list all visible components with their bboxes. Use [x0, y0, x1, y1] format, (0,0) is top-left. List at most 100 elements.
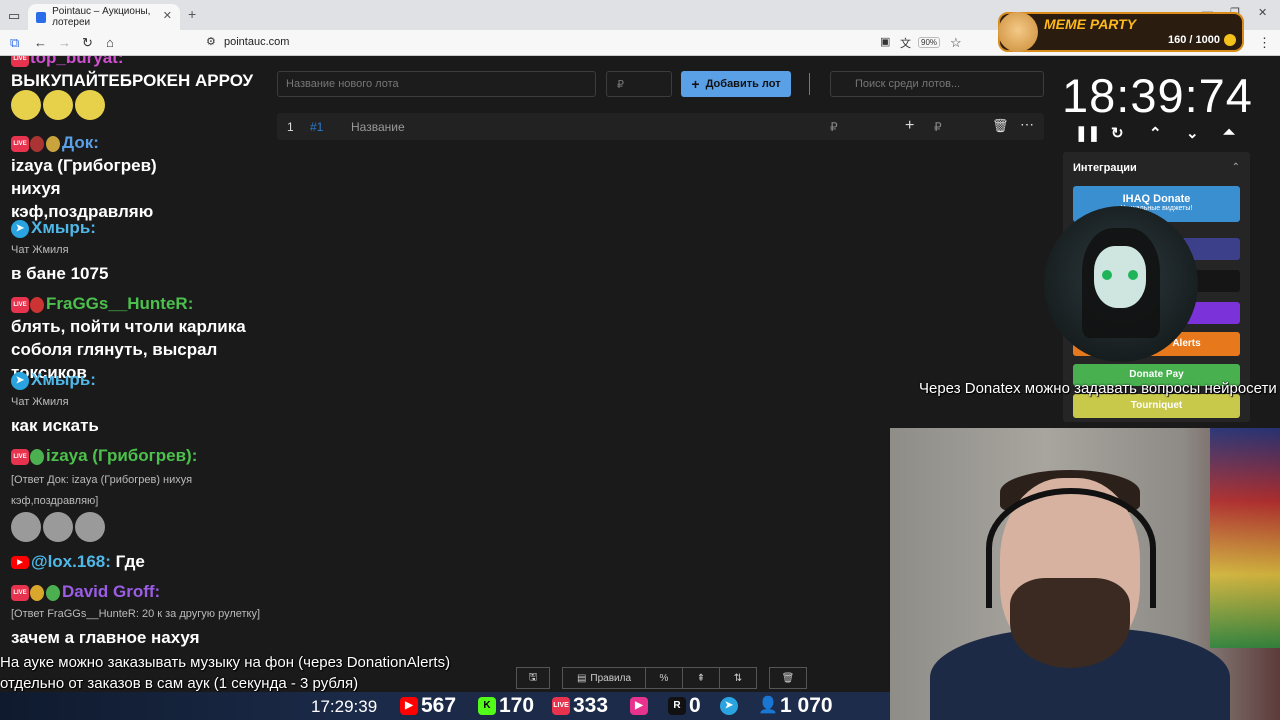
- add-amount-field[interactable]: ₽: [934, 120, 942, 134]
- chat-message: ▶ @lox.168: Где: [11, 550, 271, 573]
- clear-icon[interactable]: 🗑: [769, 667, 807, 689]
- delete-lot-icon[interactable]: 🗑: [992, 118, 1009, 134]
- kick-icon: K: [478, 697, 496, 715]
- forward-icon[interactable]: →: [58, 35, 71, 50]
- meme-party-score: 160 / 1000: [1168, 34, 1220, 46]
- close-tab-icon[interactable]: ✕: [163, 9, 172, 22]
- save-button[interactable]: 🖫: [516, 667, 550, 689]
- doge-icon: [998, 12, 1038, 52]
- donatex-overlay-text: Через Donatex можно задавать вопросы ней…: [919, 380, 1277, 397]
- new-tab-icon[interactable]: +: [188, 6, 196, 22]
- laugh-emote-icon: [11, 90, 41, 120]
- zoom-level[interactable]: 90%: [918, 37, 941, 48]
- integrations-title: Интеграции: [1073, 162, 1137, 174]
- add-amount-icon[interactable]: +: [905, 117, 914, 135]
- screenshot-icon[interactable]: ▣: [880, 35, 890, 48]
- chat-user: izaya (Грибогрев):: [46, 446, 198, 465]
- plus-icon: +: [691, 76, 700, 92]
- add-lot-label: Добавить лот: [705, 78, 781, 90]
- chat-user: David Groff:: [62, 582, 161, 601]
- chat-message: LIVE top_buryat:: [11, 56, 271, 69]
- chat-user: @lox.168:: [31, 552, 111, 571]
- chat-user: Док:: [62, 133, 99, 152]
- split-icon[interactable]: ⇞: [682, 667, 720, 689]
- increase-time-icon[interactable]: ⌃: [1149, 124, 1162, 142]
- double-up-icon[interactable]: ⏶: [1223, 124, 1235, 141]
- add-lot-button[interactable]: + Добавить лот: [681, 71, 791, 97]
- chat-source: Чат Жмиля: [11, 244, 69, 256]
- sidebar-icon[interactable]: ⧉: [10, 35, 19, 51]
- address-bar[interactable]: pointauc.com: [224, 36, 289, 48]
- youtube-icon: ▶: [400, 697, 418, 715]
- pause-icon[interactable]: ❚❚: [1075, 124, 1100, 142]
- viewers-count: 1 070: [780, 694, 833, 717]
- sort-icon[interactable]: ⇅: [719, 667, 757, 689]
- frog-emote-icon: [46, 584, 60, 601]
- site-info-icon[interactable]: ⚙: [206, 35, 216, 48]
- chat-text: izaya (Грибогрев) нихуя кэф,поздравляю: [11, 156, 157, 221]
- coin-icon: [1224, 34, 1236, 46]
- rutube-icon: R: [668, 697, 686, 715]
- cat-emote-icon: [43, 512, 73, 542]
- home-icon[interactable]: ⌂: [106, 35, 114, 50]
- reset-timer-icon[interactable]: ↻: [1111, 124, 1124, 142]
- collapse-icon[interactable]: ⌃: [1232, 162, 1240, 173]
- close-window-icon[interactable]: ✕: [1258, 6, 1267, 19]
- bookmark-star-icon[interactable]: ☆: [950, 35, 962, 51]
- live-badge-icon: LIVE: [11, 448, 29, 465]
- rules-button[interactable]: ▤ Правила: [562, 667, 646, 689]
- headset: [986, 488, 1156, 608]
- vtuber-avatar: [1044, 206, 1198, 362]
- youtube-icon: ▶: [11, 556, 29, 570]
- kick-count: 170: [499, 694, 535, 717]
- stream-time: 17:29:39: [311, 697, 378, 716]
- menu-icon[interactable]: ⋮: [1258, 35, 1271, 51]
- auction-timer: 18:39:74: [1062, 69, 1253, 122]
- new-lot-price-input[interactable]: ₽: [606, 71, 672, 97]
- stream-stats-bar: 17:29:39 ▶ 567 K 170 LIVE 333 ▶ R 0 ➤ 👤 …: [0, 692, 890, 720]
- chat-message: LIVE Док:: [11, 131, 271, 154]
- browser-tab[interactable]: Pointauc – Аукционы, лотереи ✕: [28, 4, 180, 30]
- translate-icon[interactable]: 文: [900, 35, 911, 51]
- chat-text: как искать: [11, 416, 99, 435]
- percent-button[interactable]: %: [645, 667, 683, 689]
- live-badge-icon: LIVE: [11, 584, 29, 601]
- chat-message: LIVE izaya (Грибогрев):: [11, 444, 271, 467]
- telegram-icon: ➤: [11, 371, 29, 390]
- tourniquet-label: Tourniquet: [1130, 400, 1183, 411]
- chat-text: в бане 1075: [11, 264, 109, 283]
- music-overlay-line2: отдельно от заказов в сам аук (1 секунда…: [0, 675, 359, 692]
- avatar-eye: [1102, 270, 1112, 280]
- chat-message: LIVE FraGGs__HunteR:: [11, 292, 271, 315]
- decrease-time-icon[interactable]: ⌄: [1186, 124, 1199, 142]
- emote-row: [11, 512, 105, 542]
- chat-user: Хмырь:: [31, 370, 96, 389]
- devil-emote-icon: [30, 296, 44, 313]
- lot-search-input[interactable]: Поиск среди лотов...: [830, 71, 1044, 97]
- reload-icon[interactable]: ↻: [82, 35, 93, 51]
- lot-more-icon[interactable]: ⋯: [1020, 116, 1034, 133]
- new-lot-name-input[interactable]: Название нового лота: [277, 71, 596, 97]
- lot-row: 1 #1 Название ₽ + ₽ 🗑 ⋯: [277, 113, 1044, 140]
- live-badge-icon: LIVE: [11, 135, 29, 152]
- cat-emote-icon: [11, 512, 41, 542]
- tab-title: Pointauc – Аукционы, лотереи: [52, 6, 151, 28]
- chat-reply: [Ответ Док: izaya (Грибогрев) нихуя кэф,…: [11, 474, 193, 507]
- flag-background: [1210, 428, 1280, 648]
- tab-list-icon[interactable]: ▭: [8, 8, 20, 24]
- meme-party-title: MEME PARTY: [1044, 16, 1137, 32]
- lot-name-field[interactable]: Название: [351, 120, 405, 134]
- vk-live-icon: LIVE: [552, 697, 570, 715]
- live-badge-icon: LIVE: [11, 296, 29, 313]
- lot-id: #1: [310, 120, 324, 134]
- lot-amount-field[interactable]: ₽: [830, 120, 838, 134]
- rules-label: Правила: [590, 672, 632, 684]
- chat-reply: [Ответ FraGGs__HunteR: 20 к за другую ру…: [11, 608, 261, 620]
- wine-emote-icon: [30, 135, 44, 152]
- chat-message: ➤ Хмырь:: [11, 368, 271, 391]
- chat-source: Чат Жмиля: [11, 396, 69, 408]
- chat-text: зачем а главное нахуя: [11, 628, 200, 647]
- back-icon[interactable]: ←: [34, 35, 47, 50]
- play-icon: ▶: [630, 697, 648, 715]
- beer-emote-icon: [30, 584, 44, 601]
